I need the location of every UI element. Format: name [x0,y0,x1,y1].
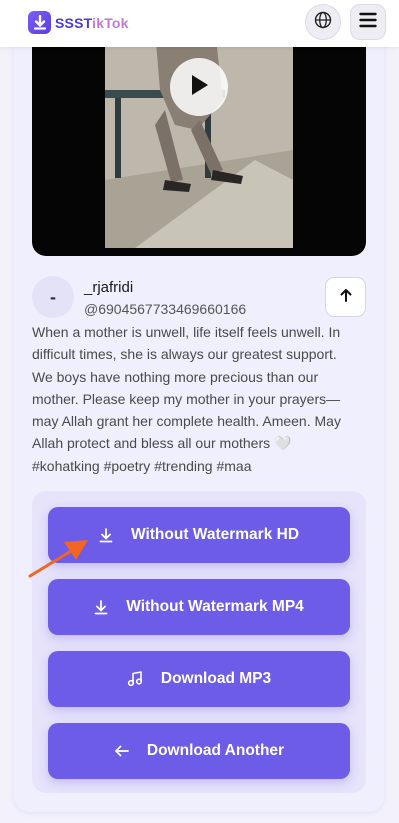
language-button[interactable] [305,4,341,40]
video-preview[interactable] [32,30,366,256]
download-mp3-button[interactable]: Download MP3 [48,651,350,707]
brand-part-2: ikTok [92,14,129,31]
top-header: SSSTikTok [0,0,399,47]
author-handle: @6904567733469660166 [84,301,247,317]
brand-part-1: SSST [55,14,93,31]
author-name: _rjafridi [84,279,134,296]
download-mp4-button[interactable]: Without Watermark MP4 [48,579,350,635]
scroll-top-button[interactable] [325,277,366,317]
play-icon [189,74,209,101]
video-caption: When a mother is unwell, life itself fee… [32,324,341,474]
download-icon [94,599,108,615]
annotation-arrow-icon [28,540,88,578]
globe-icon [314,11,332,34]
menu-icon [359,12,377,33]
menu-button[interactable] [350,4,386,40]
arrow-left-icon [114,745,129,757]
download-mp3-label: Download MP3 [160,670,272,687]
download-another-button[interactable]: Download Another [48,723,350,779]
play-button[interactable] [170,58,228,116]
music-note-icon [127,671,143,687]
download-hd-label: Without Watermark HD [130,526,300,543]
arrow-up-icon [340,288,352,307]
brand-name: SSSTikTok [55,15,129,31]
download-icon [99,527,113,543]
download-mp4-label: Without Watermark MP4 [126,598,304,615]
download-logo-icon [28,11,51,34]
avatar: - [32,276,74,318]
site-logo[interactable]: SSSTikTok [28,11,129,34]
download-another-label: Download Another [146,742,285,759]
